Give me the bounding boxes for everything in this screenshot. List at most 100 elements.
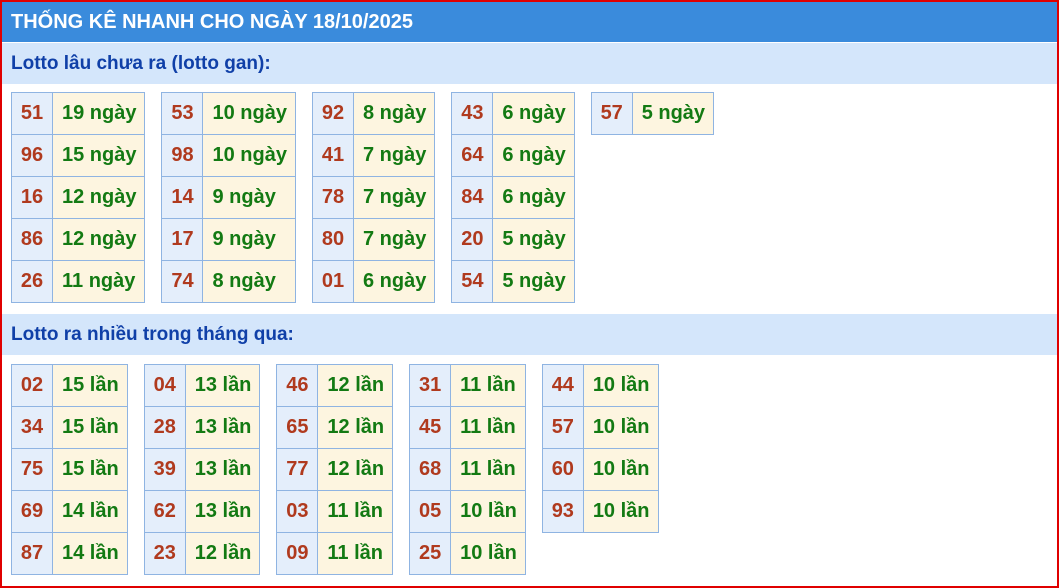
gan-row: 96 15 ngày [11, 134, 146, 177]
occurrence-count: 11 lần [450, 364, 526, 407]
frequent-row: 75 15 lần [11, 448, 128, 491]
lotto-number: 74 [161, 260, 204, 303]
occurrence-count: 11 lần [317, 490, 394, 533]
lotto-number: 03 [276, 490, 319, 533]
frequent-row: 09 11 lần [276, 532, 394, 575]
occurrence-count: 10 lần [450, 490, 526, 533]
gan-row: 01 6 ngày [311, 260, 436, 303]
lotto-number: 65 [276, 406, 319, 449]
days-absent: 10 ngày [202, 134, 296, 177]
lotto-number: 57 [541, 406, 584, 449]
lotto-number: 01 [311, 260, 354, 303]
lotto-number: 57 [590, 92, 633, 135]
days-absent: 8 ngày [202, 260, 296, 303]
frequent-row: 93 10 lần [541, 490, 659, 533]
occurrence-count: 15 lần [52, 448, 128, 491]
lotto-number: 26 [11, 260, 53, 303]
occurrence-count: 12 lần [317, 448, 394, 491]
lotto-number: 41 [311, 134, 354, 177]
occurrence-count: 12 lần [184, 532, 261, 575]
days-absent: 6 ngày [492, 134, 575, 177]
frequent-row: 39 13 lần [143, 448, 261, 491]
occurrence-count: 12 lần [317, 364, 394, 407]
gan-row: 43 6 ngày [451, 92, 575, 135]
frequent-table: 02 15 lần 34 15 lần 75 15 lần 69 14 lần 87 14 lần [11, 364, 128, 575]
frequent-row: 45 11 lần [409, 406, 526, 449]
lotto-number: 43 [451, 92, 494, 135]
gan-heading: Lotto lâu chưa ra (lotto gan): [2, 43, 1057, 84]
frequent-row: 34 15 lần [11, 406, 128, 449]
lotto-number: 16 [11, 176, 53, 219]
gan-row: 16 12 ngày [11, 176, 146, 219]
frequent-row: 87 14 lần [11, 532, 128, 575]
lotto-number: 64 [451, 134, 494, 177]
lotto-number: 75 [11, 448, 53, 491]
days-absent: 15 ngày [51, 134, 146, 177]
lotto-number: 02 [11, 364, 53, 407]
frequent-row: 04 13 lần [143, 364, 261, 407]
days-absent: 10 ngày [202, 92, 296, 135]
occurrence-count: 10 lần [582, 490, 659, 533]
days-absent: 5 ngày [492, 260, 575, 303]
lotto-number: 84 [451, 176, 494, 219]
gan-table: 57 5 ngày [590, 92, 715, 135]
gan-row: 53 10 ngày [161, 92, 296, 135]
lotto-number: 45 [409, 406, 452, 449]
frequent-heading: Lotto ra nhiều trong tháng qua: [2, 314, 1057, 355]
lotto-number: 54 [451, 260, 494, 303]
gan-row: 74 8 ngày [161, 260, 296, 303]
frequent-row: 28 13 lần [143, 406, 261, 449]
gan-table: 92 8 ngày 41 7 ngày 78 7 ngày 80 7 ngày 01 6 ngày [311, 92, 436, 303]
gan-tables: 51 19 ngày 96 15 ngày 16 12 ngày 86 12 ngày 26 11… [11, 92, 730, 303]
lotto-number: 78 [311, 176, 354, 219]
frequent-table: 31 11 lần 45 11 lần 68 11 lần 05 10 lần 25 10 lần [409, 364, 526, 575]
days-absent: 19 ngày [51, 92, 146, 135]
lotto-number: 05 [409, 490, 452, 533]
days-absent: 6 ngày [492, 92, 575, 135]
lotto-number: 68 [409, 448, 452, 491]
lotto-number: 44 [541, 364, 584, 407]
frequent-tables: 02 15 lần 34 15 lần 75 15 lần 69 14 lần 87 14 lần… [11, 364, 675, 575]
occurrence-count: 11 lần [450, 406, 526, 449]
occurrence-count: 12 lần [317, 406, 394, 449]
frequent-row: 68 11 lần [409, 448, 526, 491]
lotto-number: 28 [143, 406, 186, 449]
gan-table: 51 19 ngày 96 15 ngày 16 12 ngày 86 12 ngày 26 11… [11, 92, 146, 303]
frequent-row: 03 11 lần [276, 490, 394, 533]
frequent-row: 44 10 lần [541, 364, 659, 407]
frequent-table: 04 13 lần 28 13 lần 39 13 lần 62 13 lần 23 12 lần [143, 364, 261, 575]
occurrence-count: 10 lần [582, 406, 659, 449]
days-absent: 11 ngày [51, 260, 146, 303]
lotto-number: 25 [409, 532, 452, 575]
lotto-number: 04 [143, 364, 186, 407]
days-absent: 5 ngày [631, 92, 715, 135]
lotto-number: 69 [11, 490, 53, 533]
days-absent: 7 ngày [352, 218, 436, 261]
lotto-number: 53 [161, 92, 204, 135]
lotto-number: 51 [11, 92, 53, 135]
lotto-number: 20 [451, 218, 494, 261]
days-absent: 7 ngày [352, 176, 436, 219]
frequent-table: 46 12 lần 65 12 lần 77 12 lần 03 11 lần 09 11 lần [276, 364, 394, 575]
frequent-row: 65 12 lần [276, 406, 394, 449]
occurrence-count: 10 lần [582, 364, 659, 407]
frequent-row: 57 10 lần [541, 406, 659, 449]
gan-row: 80 7 ngày [311, 218, 436, 261]
stats-panel: THỐNG KÊ NHANH CHO NGÀY 18/10/2025 Lotto… [0, 0, 1059, 588]
days-absent: 12 ngày [51, 176, 146, 219]
gan-row: 14 9 ngày [161, 176, 296, 219]
gan-row: 86 12 ngày [11, 218, 146, 261]
occurrence-count: 10 lần [450, 532, 526, 575]
lotto-number: 09 [276, 532, 319, 575]
days-absent: 6 ngày [352, 260, 436, 303]
occurrence-count: 11 lần [317, 532, 394, 575]
gan-row: 41 7 ngày [311, 134, 436, 177]
lotto-number: 46 [276, 364, 319, 407]
occurrence-count: 10 lần [582, 448, 659, 491]
gan-table: 53 10 ngày 98 10 ngày 14 9 ngày 17 9 ngày 74 8 ng… [161, 92, 296, 303]
gan-row: 51 19 ngày [11, 92, 146, 135]
occurrence-count: 15 lần [52, 406, 128, 449]
gan-row: 84 6 ngày [451, 176, 575, 219]
occurrence-count: 14 lần [52, 490, 128, 533]
gan-row: 78 7 ngày [311, 176, 436, 219]
